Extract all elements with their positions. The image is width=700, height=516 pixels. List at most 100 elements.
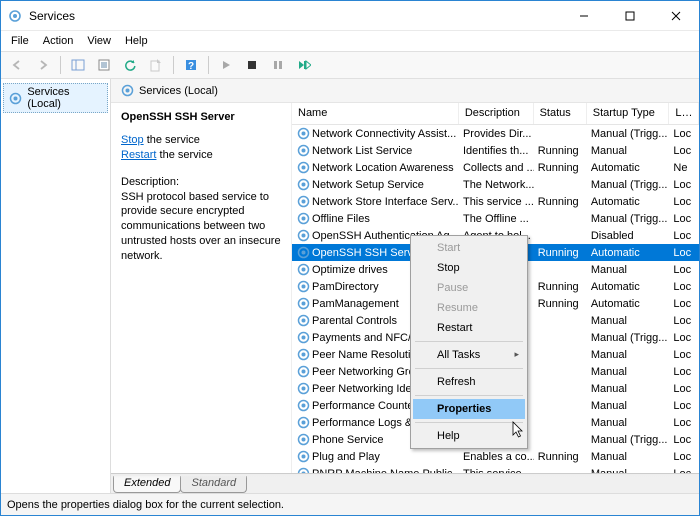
service-status [534,184,587,186]
services-icon [119,83,135,99]
start-service-button[interactable] [214,54,238,76]
service-row[interactable]: Network Store Interface Serv...This serv… [292,193,699,210]
service-desc: Enables a co... [459,450,534,464]
ctx-properties[interactable]: Properties [413,399,525,419]
gear-icon [296,212,310,226]
service-status: Running [534,161,587,175]
tree-root-label: Services (Local) [27,86,103,110]
service-row[interactable]: Network Setup ServiceThe Network...Manua… [292,176,699,193]
col-description[interactable]: Description [459,103,534,124]
scope-tree[interactable]: Services (Local) [1,79,111,493]
menu-help[interactable]: Help [119,33,154,49]
service-name: Offline Files [312,213,370,225]
ctx-separator [415,395,523,396]
service-name: Network Connectivity Assist... [312,128,456,140]
service-startup: Manual [587,365,670,379]
ctx-separator [415,422,523,423]
restart-service-button[interactable] [292,54,316,76]
maximize-button[interactable] [607,1,653,30]
service-status [534,405,587,407]
service-startup: Automatic [587,246,670,260]
toolbar-separator [173,56,174,74]
back-button[interactable] [5,54,29,76]
menu-file[interactable]: File [5,33,35,49]
service-status [534,269,587,271]
service-name: Peer Networking Gro [312,366,415,378]
status-text: Opens the properties dialog box for the … [7,499,284,511]
stop-link[interactable]: Stop [121,134,144,146]
col-startup[interactable]: Startup Type [587,103,670,124]
title-bar: Services [1,1,699,31]
col-status[interactable]: Status [534,103,587,124]
service-name: PamDirectory [312,281,379,293]
service-row[interactable]: Offline FilesThe Offline ...Manual (Trig… [292,210,699,227]
service-actions: Stop the service Restart the service [121,133,281,163]
service-status: Running [534,195,587,209]
service-startup: Disabled [587,229,670,243]
service-name: Network List Service [312,145,412,157]
forward-button[interactable] [31,54,55,76]
gear-icon [296,331,310,345]
menu-bar: File Action View Help [1,31,699,51]
status-bar: Opens the properties dialog box for the … [1,493,699,515]
tab-standard[interactable]: Standard [180,476,247,493]
gear-icon [296,416,310,430]
service-name: Peer Networking Ide [312,383,412,395]
menu-action[interactable]: Action [37,33,80,49]
restart-link[interactable]: Restart [121,149,156,161]
stop-service-button[interactable] [240,54,264,76]
service-row[interactable]: Network Connectivity Assist...Provides D… [292,125,699,142]
gear-icon [296,161,310,175]
service-status [534,133,587,135]
service-logon: Loc [669,280,699,294]
service-logon: Loc [669,399,699,413]
ctx-help[interactable]: Help [413,426,525,446]
service-logon: Loc [669,212,699,226]
tab-extended[interactable]: Extended [113,476,181,493]
service-name: Parental Controls [312,315,397,327]
description-body: SSH protocol based service to provide se… [121,191,281,262]
gear-icon [296,144,310,158]
tree-root-item[interactable]: Services (Local) [3,83,108,113]
service-row[interactable]: Plug and PlayEnables a co...RunningManua… [292,448,699,465]
service-desc: The Network... [459,178,534,192]
main-pane: Services (Local) OpenSSH SSH Server Stop… [111,79,699,493]
ctx-restart[interactable]: Restart [413,318,525,338]
export-button[interactable] [144,54,168,76]
col-name[interactable]: Name [292,103,459,124]
menu-view[interactable]: View [81,33,117,49]
service-logon: Loc [669,297,699,311]
service-logon: Loc [669,263,699,277]
stop-suffix: the service [144,134,200,146]
refresh-button[interactable] [118,54,142,76]
service-status: Running [534,297,587,311]
service-logon: Ne [669,161,699,175]
ctx-refresh[interactable]: Refresh [413,372,525,392]
show-hide-tree-button[interactable] [66,54,90,76]
minimize-button[interactable] [561,1,607,30]
help-button[interactable]: ? [179,54,203,76]
service-startup: Manual [587,450,670,464]
service-name: Optimize drives [312,264,388,276]
service-row[interactable]: Network Location AwarenessCollects and .… [292,159,699,176]
service-name: Payments and NFC/S [312,332,418,344]
service-description: Description: SSH protocol based service … [121,175,281,264]
window-controls [561,1,699,30]
close-button[interactable] [653,1,699,30]
service-startup: Manual [587,399,670,413]
service-logon: Loc [669,433,699,447]
service-logon: Loc [669,144,699,158]
service-logon: Loc [669,348,699,362]
service-status: Running [534,450,587,464]
properties-button[interactable] [92,54,116,76]
service-row[interactable]: PNRP Machine Name Public...This service … [292,465,699,473]
service-row[interactable]: Network List ServiceIdentifies th...Runn… [292,142,699,159]
service-name: Network Location Awareness [312,162,454,174]
service-name: Phone Service [312,434,384,446]
service-desc: Provides Dir... [459,127,534,141]
ctx-stop[interactable]: Stop [413,258,525,278]
ctx-all-tasks[interactable]: All Tasks [413,345,525,365]
pause-service-button[interactable] [266,54,290,76]
col-logon[interactable]: Loc [669,103,699,124]
service-status [534,320,587,322]
